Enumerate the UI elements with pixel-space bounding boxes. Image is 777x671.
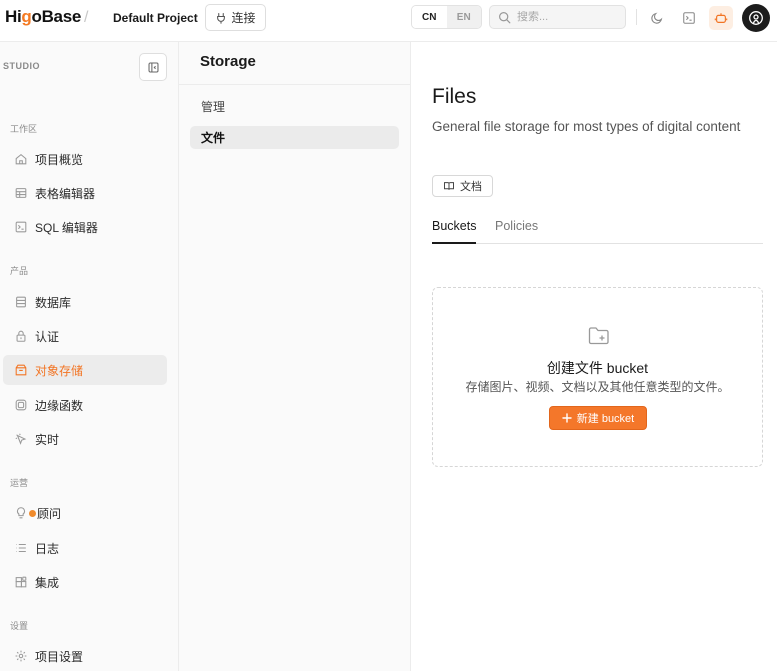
sidebar-item-label: 边缘函数 — [35, 398, 84, 413]
top-bar: HigoBase / Default Project 连接 CN EN — [0, 0, 777, 42]
functions-icon — [15, 399, 27, 411]
moon-icon — [651, 12, 663, 24]
sidebar-item-label: 集成 — [35, 575, 60, 590]
tab-bar: Buckets Policies — [432, 216, 763, 244]
logo-text-accent: g — [21, 7, 32, 26]
sidebar-item-database[interactable]: 数据库 — [3, 287, 167, 317]
tab-policies[interactable]: Policies — [495, 219, 538, 244]
sidebar-item-label: 数据库 — [35, 295, 72, 310]
sidebar-item-auth[interactable]: 认证 — [3, 321, 167, 351]
terminal-icon — [15, 221, 27, 233]
assistant-bot-icon — [714, 13, 728, 23]
user-avatar-icon — [749, 11, 763, 25]
integrations-icon — [15, 576, 27, 588]
page-title: Files — [432, 85, 477, 108]
sidebar-item-label: 顾问 — [37, 506, 62, 521]
panel-divider — [179, 84, 410, 85]
home-icon — [15, 153, 27, 165]
book-icon — [444, 182, 454, 190]
panel-item-files[interactable]: 文件 — [190, 126, 399, 149]
panel-item-manage[interactable]: 管理 — [190, 95, 399, 118]
logo[interactable]: HigoBase — [5, 7, 81, 27]
sidebar-item-label: 对象存储 — [35, 363, 84, 378]
lang-cn-button[interactable]: CN — [412, 6, 447, 28]
plus-icon — [562, 413, 572, 423]
sidebar-collapse-button[interactable] — [139, 53, 167, 81]
studio-label: STUDIO — [3, 61, 41, 71]
empty-state-subtitle: 存储图片、视频、文档以及其他任意类型的文件。 — [465, 380, 730, 394]
empty-state: 创建文件 bucket 存储图片、视频、文档以及其他任意类型的文件。 新建 bu… — [432, 287, 763, 467]
folder-plus-icon — [588, 327, 609, 345]
lightbulb-icon — [16, 507, 26, 519]
notification-dot — [29, 509, 36, 517]
language-switch: CN EN — [411, 5, 482, 29]
theme-toggle-button[interactable] — [645, 6, 669, 30]
connect-button[interactable]: 连接 — [205, 4, 266, 31]
main-content: Files General file storage for most type… — [411, 42, 777, 671]
logo-text-prefix: Hi — [5, 7, 22, 26]
toolbar-divider — [636, 9, 637, 25]
section-label-workspace: 工作区 — [10, 124, 38, 134]
lock-icon — [16, 330, 26, 342]
terminal-icon — [683, 12, 695, 24]
sidebar-item-edge-functions[interactable]: 边缘函数 — [3, 390, 167, 420]
search-icon — [499, 11, 511, 23]
empty-state-title: 创建文件 bucket — [546, 360, 649, 376]
search-input[interactable] — [517, 11, 617, 23]
table-icon — [15, 188, 27, 198]
sidebar-item-label: 项目设置 — [35, 649, 84, 664]
realtime-icon — [15, 433, 27, 445]
sidebar-item-logs[interactable]: 日志 — [3, 533, 167, 563]
panel-title: Storage — [200, 53, 256, 70]
section-label-products: 产品 — [10, 266, 29, 276]
user-avatar[interactable] — [742, 4, 770, 32]
project-name[interactable]: Default Project — [113, 11, 198, 25]
page-description: General file storage for most types of d… — [432, 119, 741, 134]
terminal-button[interactable] — [677, 6, 701, 30]
sidebar-item-sql-editor[interactable]: SQL 编辑器 — [3, 212, 167, 242]
new-bucket-label: 新建 bucket — [576, 413, 635, 425]
assistant-button[interactable] — [709, 6, 733, 30]
sidebar-item-label: 项目概览 — [35, 152, 84, 167]
section-label-operations: 运营 — [10, 478, 29, 488]
sidebar-item-storage[interactable]: 对象存储 — [3, 355, 167, 385]
sidebar-item-label: 表格编辑器 — [35, 186, 96, 201]
sidebar-item-project-settings[interactable]: 项目设置 — [3, 641, 167, 671]
docs-button-label: 文档 — [460, 181, 482, 193]
docs-button[interactable]: 文档 — [432, 175, 493, 197]
sidebar-item-table-editor[interactable]: 表格编辑器 — [3, 178, 167, 208]
storage-icon — [15, 364, 27, 376]
sidebar-item-label: SQL 编辑器 — [35, 220, 98, 235]
tab-buckets[interactable]: Buckets — [432, 219, 477, 244]
breadcrumb-separator: / — [84, 9, 89, 26]
section-label-settings: 设置 — [10, 621, 29, 631]
storage-panel: Storage 管理 文件 — [179, 42, 411, 671]
list-icon — [16, 543, 26, 553]
connect-label: 连接 — [231, 11, 256, 25]
sidebar-item-realtime[interactable]: 实时 — [3, 424, 167, 454]
lang-en-button[interactable]: EN — [446, 6, 481, 28]
gear-icon — [15, 650, 27, 662]
sidebar-item-label: 认证 — [35, 329, 60, 344]
sidebar-item-advisor[interactable]: 顾问 — [3, 498, 167, 528]
sidebar-item-overview[interactable]: 项目概览 — [3, 144, 167, 174]
plug-icon — [217, 12, 226, 24]
new-bucket-button[interactable]: 新建 bucket — [549, 406, 647, 430]
sidebar-item-label: 日志 — [35, 541, 60, 556]
sidebar-item-integrations[interactable]: 集成 — [3, 567, 167, 597]
sidebar: STUDIO 工作区 项目概览 表格编辑器 SQL 编辑器 产品 数据库 认证 … — [0, 42, 179, 671]
search-box[interactable] — [489, 5, 626, 29]
sidebar-item-label: 实时 — [35, 432, 60, 447]
sidebar-collapse-icon — [148, 62, 158, 72]
database-icon — [16, 296, 26, 308]
logo-text-suffix: oBase — [31, 7, 82, 26]
